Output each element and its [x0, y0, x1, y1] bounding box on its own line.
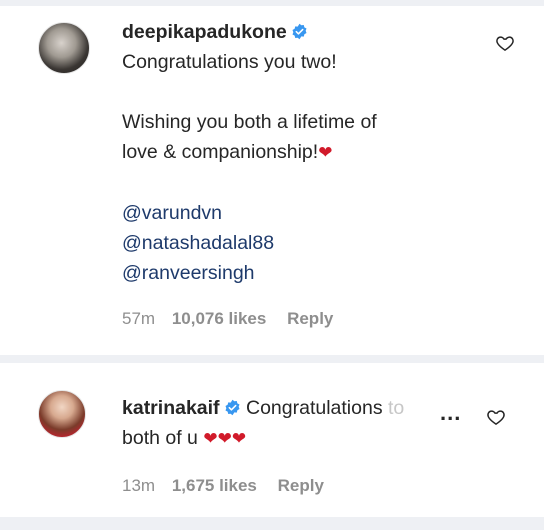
- mention-ranveersingh[interactable]: @ranveersingh: [122, 258, 377, 288]
- comment-1-likes[interactable]: 10,076 likes: [172, 309, 267, 328]
- comment-2-likes[interactable]: 1,675 likes: [172, 476, 257, 495]
- username-deepikapadukone[interactable]: deepikapadukone: [122, 21, 287, 43]
- avatar-deepikapadukone[interactable]: [38, 22, 90, 74]
- comment-1-line-1: Congratulations you two!: [122, 51, 337, 73]
- comment-2-truncated-hint: to: [388, 397, 405, 419]
- comment-1-meta: 57m 10,076 likes Reply: [122, 309, 333, 329]
- ellipsis-icon[interactable]: ...: [440, 400, 461, 426]
- red-heart-emoji: ❤: [318, 143, 333, 162]
- avatar-katrinakaif[interactable]: [38, 390, 86, 438]
- heart-outline-icon[interactable]: [486, 407, 506, 427]
- comment-1-blank-line-2: [122, 168, 377, 198]
- comment-2-line-2: both of u ❤❤❤: [122, 423, 404, 454]
- comment-2-meta: 13m 1,675 likes Reply: [122, 476, 324, 496]
- comment-2-time: 13m: [122, 476, 156, 495]
- mention-varundvn[interactable]: @varundvn: [122, 198, 377, 228]
- comment-1-time: 57m: [122, 309, 156, 328]
- comment-1-blank-line: [122, 77, 377, 107]
- verified-badge-icon: [292, 23, 307, 40]
- bottom-divider: [0, 517, 544, 530]
- comment-2-text-line-2: both of u: [122, 427, 198, 449]
- comment-2-body: katrinakaif Congratulations to both of u…: [122, 393, 404, 454]
- comment-1-line-3-text: love & companionship!: [122, 141, 319, 163]
- comment-2-line-1: katrinakaif Congratulations to: [122, 393, 404, 423]
- mention-natashadalal88[interactable]: @natashadalal88: [122, 228, 377, 258]
- red-hearts-emoji: ❤❤❤: [203, 429, 247, 448]
- comment-1-header-line: deepikapadukone: [122, 17, 377, 47]
- comment-1-line-3: love & companionship!❤: [122, 137, 377, 168]
- verified-badge-icon: [225, 399, 240, 416]
- comment-1-reply-button[interactable]: Reply: [287, 309, 333, 328]
- top-divider: [0, 0, 544, 6]
- comment-1-line-2: Wishing you both a lifetime of: [122, 111, 377, 133]
- username-katrinakaif[interactable]: katrinakaif: [122, 397, 220, 419]
- comment-1-body: deepikapadukone Congratulations you two!…: [122, 17, 377, 288]
- comment-2-reply-button[interactable]: Reply: [278, 476, 324, 495]
- comment-2-text-line-1: Congratulations: [245, 397, 383, 419]
- heart-outline-icon[interactable]: [495, 33, 515, 53]
- comment-divider: [0, 355, 544, 363]
